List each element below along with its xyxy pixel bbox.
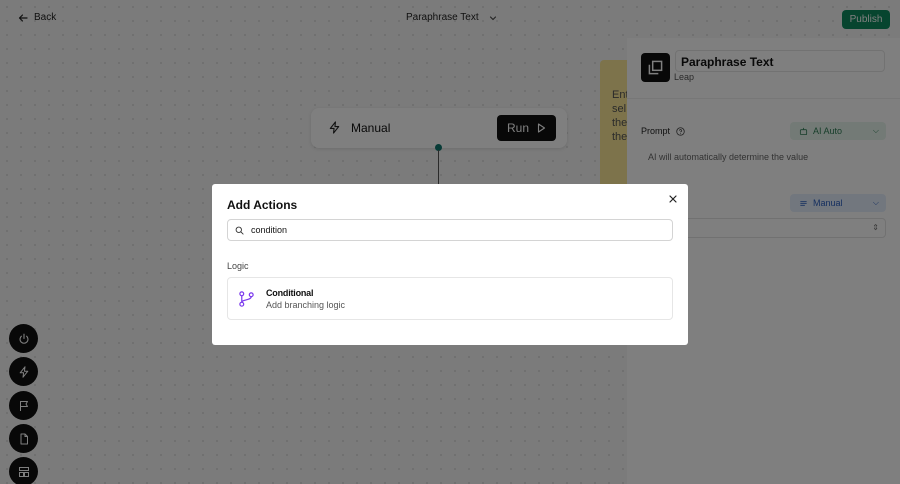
- section-label: Logic: [227, 261, 249, 271]
- search-box: [227, 219, 673, 241]
- add-actions-modal: Add Actions Logic Conditional Add branch…: [212, 184, 688, 345]
- action-description: Add branching logic: [266, 300, 346, 310]
- search-input[interactable]: [251, 222, 661, 238]
- search-icon: [235, 226, 244, 235]
- modal-title: Add Actions: [227, 198, 298, 212]
- action-item-conditional[interactable]: Conditional Add branching logic: [227, 277, 673, 320]
- close-icon: [669, 195, 677, 203]
- action-title: Conditional: [266, 288, 314, 298]
- close-button[interactable]: [667, 193, 679, 205]
- git-branch-icon: [239, 291, 254, 307]
